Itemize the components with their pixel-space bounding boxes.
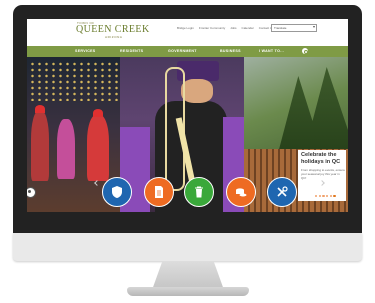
- slide-dot[interactable]: [326, 195, 329, 198]
- slide-indicators: [315, 195, 336, 198]
- nav-item-government[interactable]: GOVERNMENT: [168, 49, 197, 53]
- santa-hat: [35, 105, 45, 113]
- language-select[interactable]: Translate: [271, 24, 317, 32]
- monitor-chin: [13, 233, 362, 261]
- shield-icon: [112, 186, 122, 198]
- quick-link-payments[interactable]: [226, 177, 256, 207]
- slide-dot[interactable]: [318, 195, 321, 198]
- tools-icon: [277, 186, 288, 197]
- monitor-stand-base: [127, 287, 249, 296]
- nav-item-i-want-to[interactable]: I WANT TO...: [259, 49, 284, 53]
- nav-item-services[interactable]: SERVICES: [75, 49, 96, 53]
- quick-link-services[interactable]: [267, 177, 297, 207]
- nav-item-residents[interactable]: RESIDENTS: [120, 49, 143, 53]
- document-icon: [155, 186, 163, 198]
- nav-item-business[interactable]: BUSINESS: [220, 49, 241, 53]
- site-header: TOWN OF QUEEN CREEK ARIZONA Bridge Login…: [27, 19, 348, 43]
- logo-name: QUEEN CREEK: [76, 24, 150, 35]
- hero-caption-title: Celebrate the holidays in QC: [301, 152, 341, 165]
- town-logo[interactable]: TOWN OF QUEEN CREEK ARIZONA: [76, 21, 156, 43]
- coins-icon: [236, 188, 247, 197]
- language-select-value: Translate: [274, 26, 287, 30]
- hero-caption-text: From shopping to events, ensure your sea…: [301, 168, 345, 180]
- caroler: [57, 119, 75, 179]
- monitor-stand-neck: [152, 262, 224, 290]
- utility-links: Bridge Login Frontier Community Jobs Cal…: [177, 26, 274, 30]
- chevron-down-icon: [313, 26, 315, 28]
- screen: TOWN OF QUEEN CREEK ARIZONA Bridge Login…: [27, 19, 348, 212]
- slide-dot[interactable]: [322, 195, 325, 198]
- santa-hat: [93, 109, 103, 117]
- logo-sub-line: ARIZONA: [105, 35, 123, 39]
- search-icon[interactable]: [302, 48, 308, 54]
- quick-link-police[interactable]: [102, 177, 132, 207]
- hero-caption[interactable]: Celebrate the holidays in QC From shoppi…: [298, 150, 346, 201]
- caroler: [87, 115, 109, 181]
- utility-link[interactable]: Calendar: [242, 26, 254, 30]
- trash-icon: [195, 186, 203, 198]
- caroler: [31, 111, 49, 181]
- slide-dot[interactable]: [333, 195, 336, 198]
- band-face: [181, 79, 213, 103]
- string-lights: [29, 61, 118, 101]
- slide-dot[interactable]: [329, 195, 332, 198]
- utility-link[interactable]: Frontier Community: [199, 26, 225, 30]
- quick-link-documents[interactable]: [144, 177, 174, 207]
- utility-link[interactable]: Bridge Login: [177, 26, 194, 30]
- quick-link-trash[interactable]: [184, 177, 214, 207]
- utility-link[interactable]: Jobs: [230, 26, 236, 30]
- slide-dot[interactable]: [315, 195, 318, 198]
- main-nav: SERVICES RESIDENTS GOVERNMENT BUSINESS I…: [27, 46, 348, 57]
